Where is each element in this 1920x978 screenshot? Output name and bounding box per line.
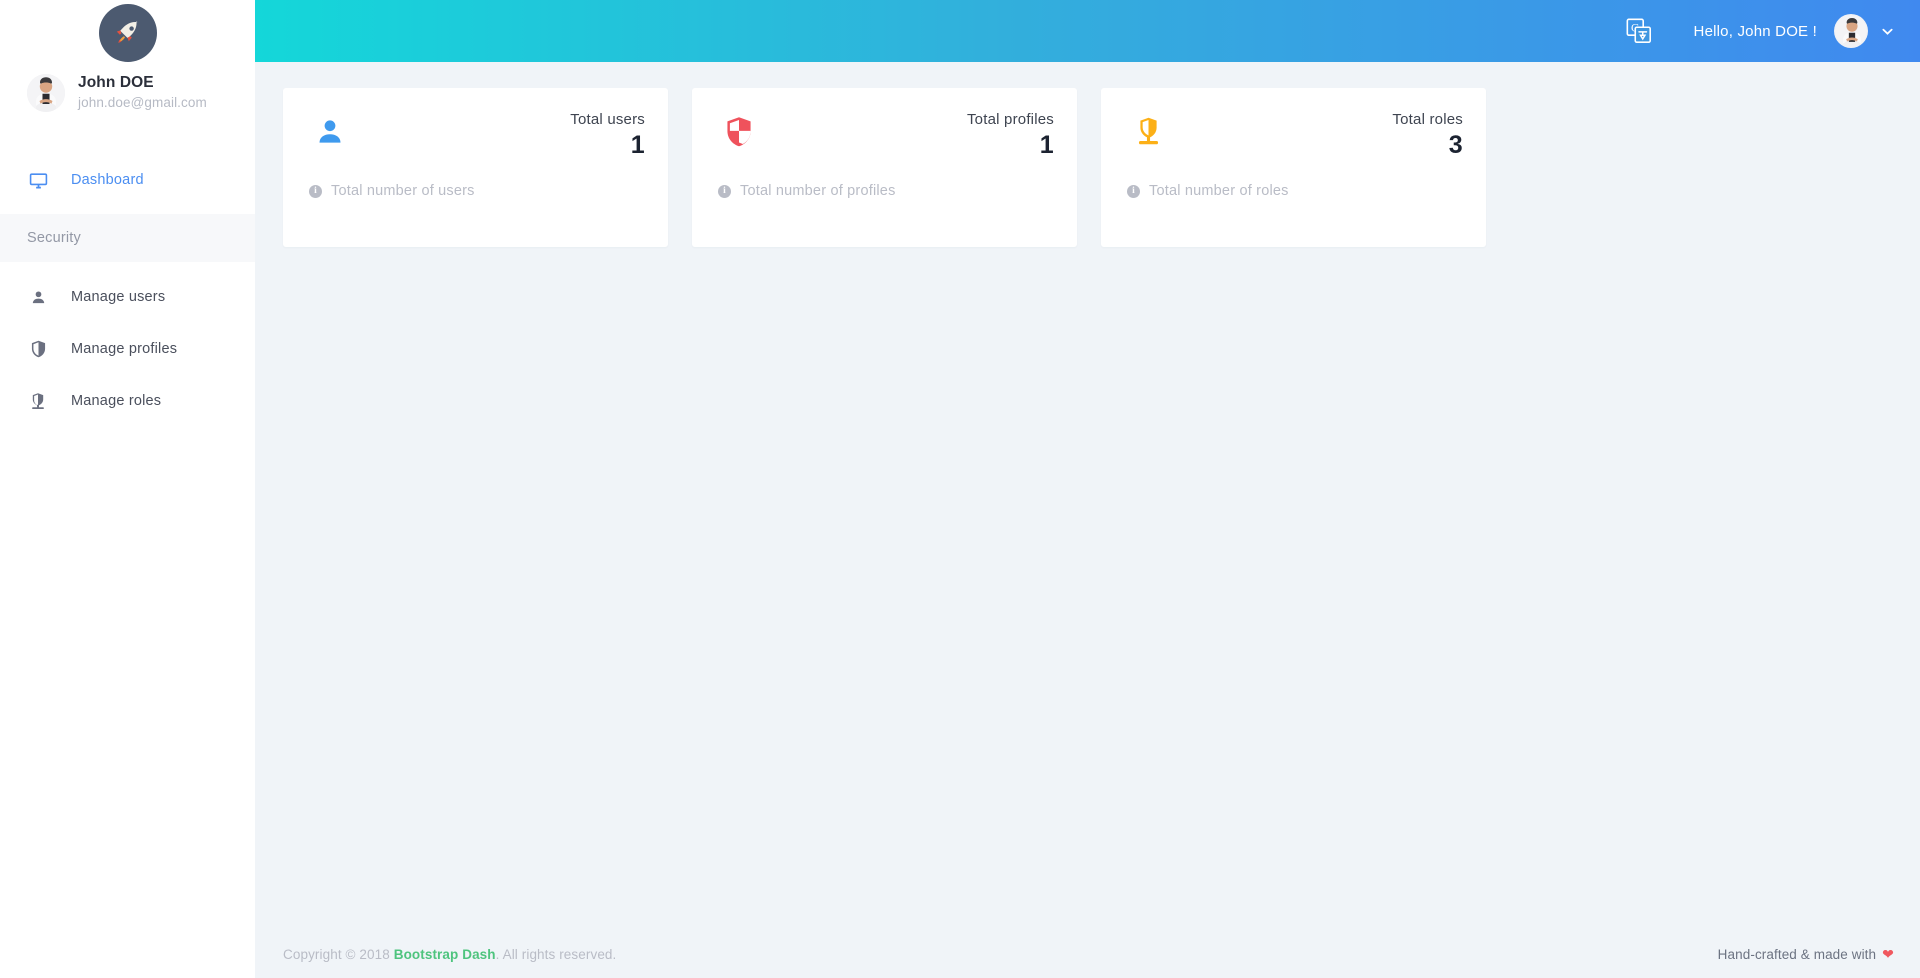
sidebar-item-label: Manage users <box>71 289 166 306</box>
stat-label: Total users <box>570 111 645 128</box>
sidebar-item-manage-profiles[interactable]: Manage profiles <box>0 328 255 370</box>
sidebar-item-label: Dashboard <box>71 172 144 189</box>
copyright-prefix: Copyright © 2018 <box>283 946 394 962</box>
stat-subtitle: Total number of roles <box>1149 183 1289 199</box>
stat-card-total-users[interactable]: Total users 1 i Total number of users <box>283 88 668 247</box>
person-icon <box>27 289 49 306</box>
profile-email: john.doe@gmail.com <box>78 94 207 110</box>
stat-card-total-profiles[interactable]: Total profiles 1 i Total number of profi… <box>692 88 1077 247</box>
sidebar-profile[interactable]: John DOE john.doe@gmail.com <box>0 62 255 112</box>
shield-icon <box>27 340 49 358</box>
stat-card-row: Total users 1 i Total number of users To… <box>283 88 1920 247</box>
copyright-suffix: . All rights reserved. <box>495 946 617 962</box>
footer-credit: Hand-crafted & made with ❤ <box>1718 946 1894 963</box>
shield-stand-icon <box>27 392 49 411</box>
profile-name: John DOE <box>78 74 154 91</box>
stat-value: 1 <box>630 131 645 159</box>
monitor-icon <box>27 171 49 190</box>
bootstrap-dash-link[interactable]: Bootstrap Dash <box>394 947 496 962</box>
stat-value: 1 <box>1039 131 1054 159</box>
person-filled-icon <box>309 111 351 153</box>
greeting-text: Hello, John DOE ! <box>1693 22 1817 40</box>
avatar <box>27 73 65 112</box>
sidebar-item-manage-roles[interactable]: Manage roles <box>0 380 255 422</box>
main-area: G Hello, John DOE ! <box>255 0 1920 978</box>
sidebar-item-label: Manage roles <box>71 393 162 410</box>
sidebar-section-label: Security <box>27 230 81 247</box>
brand-logo[interactable] <box>0 0 255 62</box>
dashboard-content: Total users 1 i Total number of users To… <box>255 62 1920 930</box>
sidebar: John DOE john.doe@gmail.com Dashboard Se… <box>0 0 255 978</box>
credit-text: Hand-crafted & made with <box>1717 946 1877 962</box>
stat-subtitle: Total number of users <box>331 183 475 199</box>
sidebar-item-manage-users[interactable]: Manage users <box>0 276 255 318</box>
footer-copyright: Copyright © 2018 Bootstrap Dash. All rig… <box>283 947 616 962</box>
footer: Copyright © 2018 Bootstrap Dash. All rig… <box>255 930 1920 978</box>
sidebar-nav-security: Manage users Manage profiles Manage role… <box>0 276 255 422</box>
sidebar-section-security: Security <box>0 214 255 263</box>
info-icon: i <box>309 184 322 198</box>
app-root: John DOE john.doe@gmail.com Dashboard Se… <box>0 0 1920 978</box>
chevron-down-icon[interactable] <box>1881 25 1894 38</box>
sidebar-item-label: Manage profiles <box>71 341 178 358</box>
stat-label: Total profiles <box>966 111 1054 128</box>
avatar[interactable] <box>1834 14 1868 48</box>
stat-label: Total roles <box>1392 111 1463 128</box>
topbar: G Hello, John DOE ! <box>255 0 1920 62</box>
shield-cross-icon <box>718 111 760 153</box>
stat-subtitle: Total number of profiles <box>740 183 896 199</box>
stat-card-total-roles[interactable]: Total roles 3 i Total number of roles <box>1101 88 1486 247</box>
stat-value: 3 <box>1448 131 1463 159</box>
info-icon: i <box>1127 184 1140 198</box>
google-translate-icon[interactable]: G <box>1622 14 1656 48</box>
info-icon: i <box>718 184 731 198</box>
rocket-icon <box>116 20 137 43</box>
heart-icon: ❤ <box>1882 945 1894 962</box>
sidebar-nav-primary: Dashboard <box>0 159 255 201</box>
sidebar-item-dashboard[interactable]: Dashboard <box>0 159 255 201</box>
shield-stand-filled-icon <box>1127 111 1169 153</box>
